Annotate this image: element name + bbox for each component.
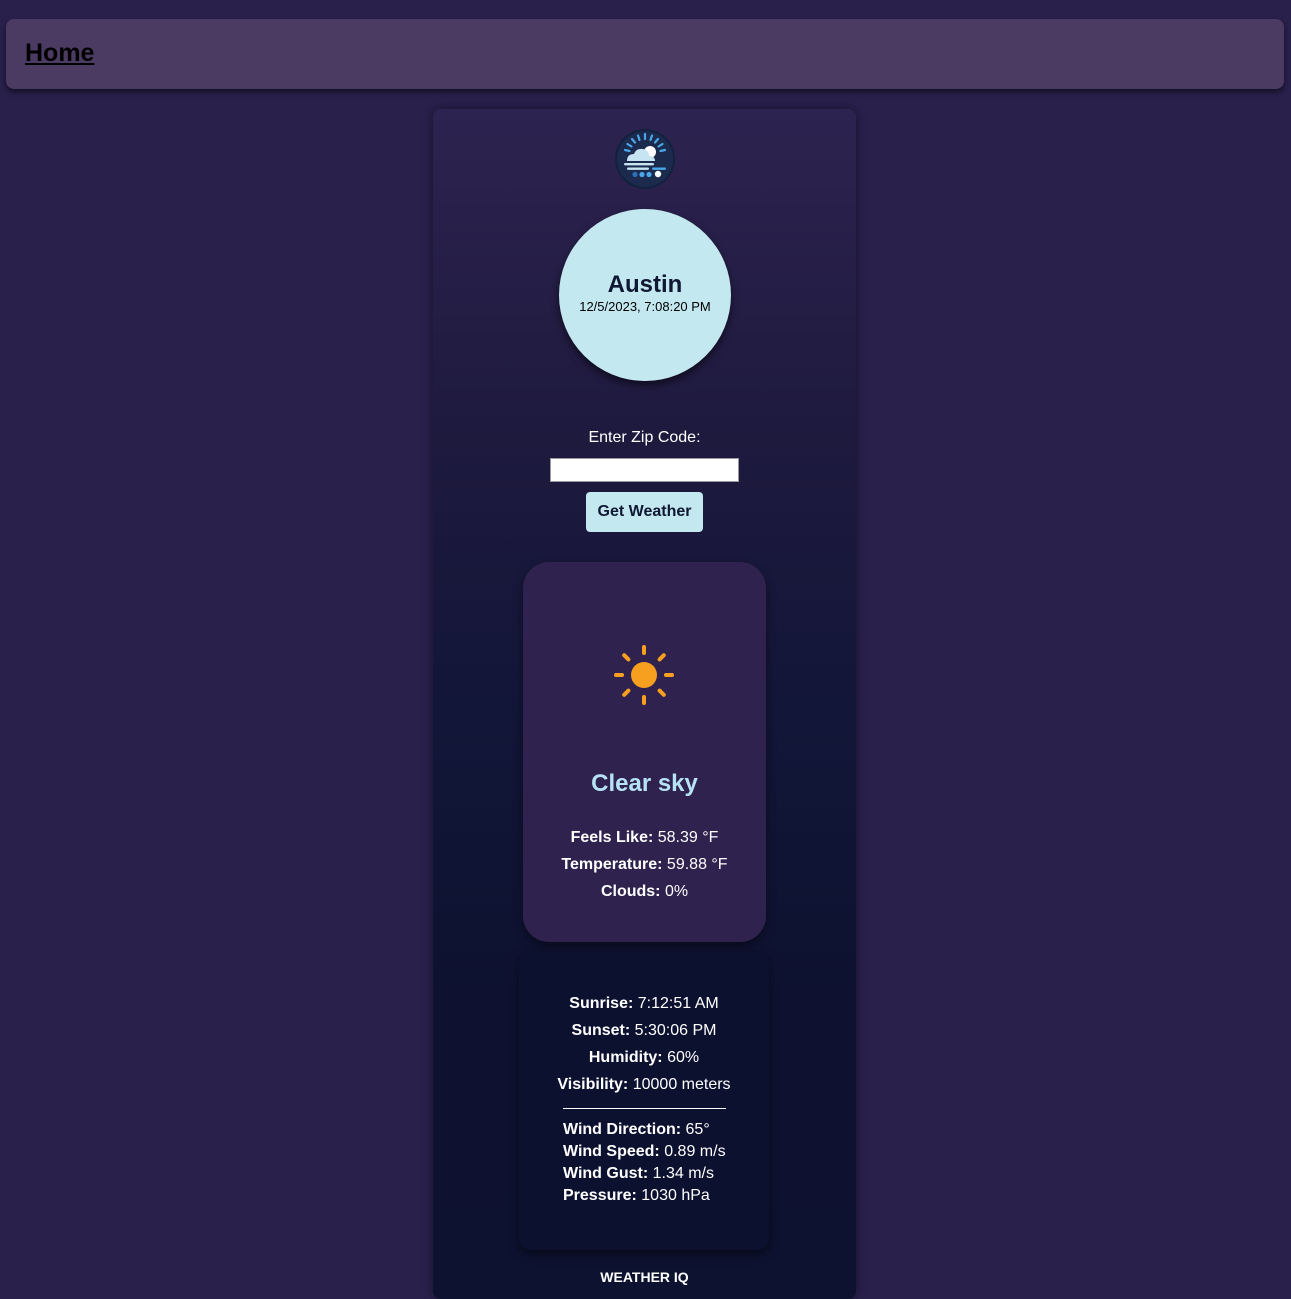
zip-code-input[interactable] <box>550 458 739 482</box>
location-badge: Austin 12/5/2023, 7:08:20 PM <box>559 209 731 381</box>
clouds-label: Clouds: <box>600 883 661 900</box>
wind-speed-label: Wind Speed: <box>563 1143 660 1160</box>
feels-like-value: 58.39 °F <box>657 829 719 846</box>
humidity-row: Humidity: 60% <box>519 1044 769 1071</box>
pressure-row: Pressure: 1030 hPa <box>563 1185 726 1207</box>
sunset-row: Sunset: 5:30:06 PM <box>519 1017 769 1044</box>
wind-speed-row: Wind Speed: 0.89 m/s <box>563 1141 726 1163</box>
wind-gust-row: Wind Gust: 1.34 m/s <box>563 1163 726 1185</box>
wind-direction-label: Wind Direction: <box>563 1121 682 1138</box>
sun-humidity-stats: Sunrise: 7:12:51 AM Sunset: 5:30:06 PM H… <box>519 990 769 1098</box>
wind-gust-label: Wind Gust: <box>563 1165 649 1182</box>
zip-code-label: Enter Zip Code: <box>588 429 701 446</box>
pressure-value: 1030 hPa <box>641 1187 710 1204</box>
sunrise-value: 7:12:51 AM <box>637 995 719 1012</box>
wind-pressure-stats: Wind Direction: 65° Wind Speed: 0.89 m/s… <box>563 1119 726 1207</box>
temperature-row: Temperature: 59.88 °F <box>523 851 766 878</box>
wind-direction-value: 65° <box>685 1121 710 1138</box>
local-datetime: 12/5/2023, 7:08:20 PM <box>579 299 711 314</box>
sunrise-label: Sunrise: <box>569 995 634 1012</box>
visibility-row: Visibility: 10000 meters <box>519 1071 769 1098</box>
brand-footer: WEATHER IQ <box>600 1269 689 1285</box>
get-weather-button[interactable]: Get Weather <box>586 492 703 532</box>
pressure-label: Pressure: <box>563 1187 637 1204</box>
current-weather-card: Clear sky Feels Like: 58.39 °F Temperatu… <box>523 562 766 942</box>
clouds-value: 0% <box>664 883 689 900</box>
weather-condition: Clear sky <box>591 770 698 797</box>
clouds-row: Clouds: 0% <box>523 878 766 905</box>
top-nav-bar: Home <box>6 19 1284 89</box>
wind-speed-value: 0.89 m/s <box>664 1143 726 1160</box>
humidity-label: Humidity: <box>588 1049 663 1066</box>
sunrise-row: Sunrise: 7:12:51 AM <box>519 990 769 1017</box>
wind-gust-value: 1.34 m/s <box>652 1165 714 1182</box>
sunset-value: 5:30:06 PM <box>634 1022 717 1039</box>
city-name: Austin <box>607 271 683 298</box>
wind-direction-row: Wind Direction: 65° <box>563 1119 726 1141</box>
home-link[interactable]: Home <box>25 39 94 68</box>
details-divider <box>563 1108 726 1109</box>
weather-details-card: Sunrise: 7:12:51 AM Sunset: 5:30:06 PM H… <box>519 952 769 1250</box>
sunset-label: Sunset: <box>571 1022 631 1039</box>
visibility-label: Visibility: <box>557 1076 629 1093</box>
feels-like-row: Feels Like: 58.39 °F <box>523 824 766 851</box>
visibility-value: 10000 meters <box>632 1076 731 1093</box>
temperature-label: Temperature: <box>561 856 663 873</box>
current-stats: Feels Like: 58.39 °F Temperature: 59.88 … <box>523 824 766 905</box>
weather-panel: Austin 12/5/2023, 7:08:20 PM Enter Zip C… <box>433 109 856 1299</box>
weather-logo-icon <box>615 129 675 189</box>
feels-like-label: Feels Like: <box>570 829 654 846</box>
temperature-value: 59.88 °F <box>666 856 728 873</box>
sun-icon <box>614 645 674 705</box>
humidity-value: 60% <box>667 1049 700 1066</box>
